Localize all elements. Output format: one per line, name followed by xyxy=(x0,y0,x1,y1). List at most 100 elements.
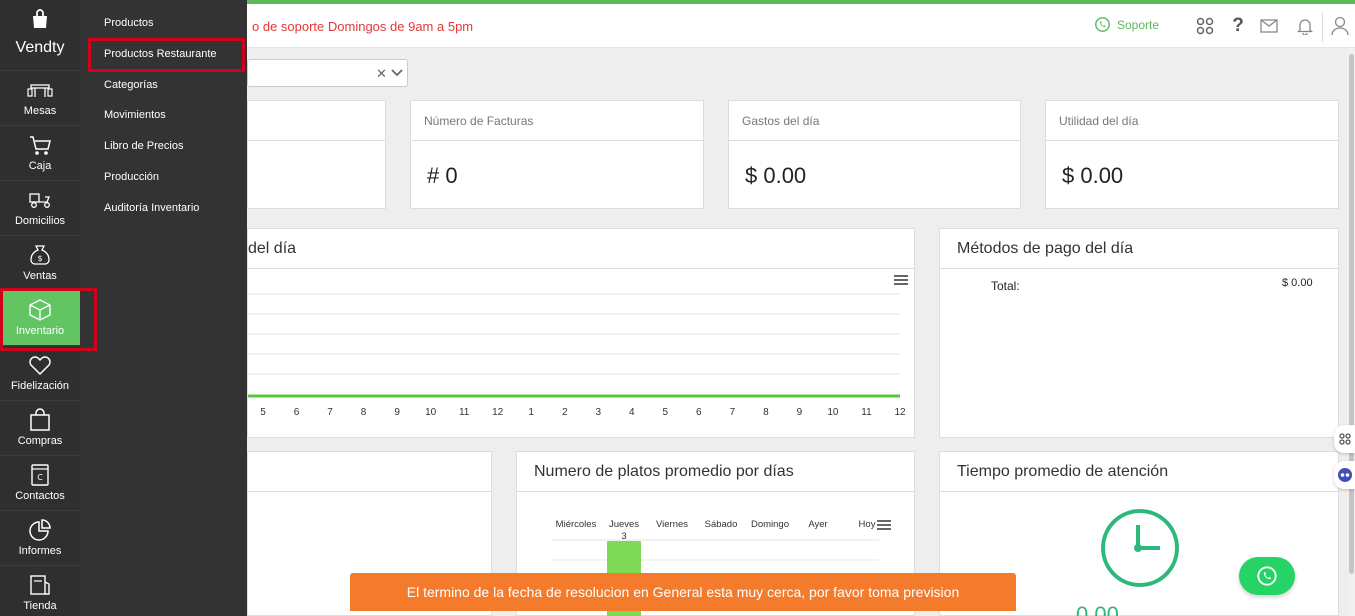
x-tick-label: 8 xyxy=(763,407,769,418)
shopping-bag-icon xyxy=(30,408,50,431)
product-select[interactable]: ✕ xyxy=(247,59,408,87)
stat-value: $ 0.00 xyxy=(1062,163,1124,188)
cart-icon xyxy=(30,136,51,155)
x-tick-label: 8 xyxy=(361,407,367,418)
sidebar-item-ventas[interactable]: $ Ventas xyxy=(0,235,80,290)
x-tick-label: 1 xyxy=(528,407,534,418)
x-tick-label: 7 xyxy=(327,407,333,418)
whatsapp-icon xyxy=(1257,566,1277,586)
apps-widget[interactable] xyxy=(1334,425,1355,453)
svg-text:C: C xyxy=(37,473,43,482)
x-tick-label: 5 xyxy=(663,407,669,418)
category-label: Domingo xyxy=(751,519,789,530)
sidebar-item-informes[interactable]: Informes xyxy=(0,510,80,565)
sidebar-item-label: Fidelización xyxy=(10,380,70,392)
bell-icon[interactable] xyxy=(1295,16,1315,36)
x-tick-label: 11 xyxy=(861,407,872,418)
category-label: Viernes xyxy=(656,519,688,530)
dishes-chart-title: Numero de platos promedio por días xyxy=(517,452,914,492)
clock-icon xyxy=(1101,509,1179,587)
category-label: Ayer xyxy=(808,519,827,530)
x-tick-label: 3 xyxy=(595,407,601,418)
category-label: Miércoles xyxy=(556,519,597,530)
submenu-item-movimientos[interactable]: Movimientos xyxy=(104,109,166,121)
sidebar-item-label: Caja xyxy=(28,160,52,172)
contacts-icon: C xyxy=(31,464,49,486)
help-icon[interactable]: ? xyxy=(1228,15,1248,36)
sales-chart-title: del día xyxy=(248,229,914,269)
topbar-divider xyxy=(1322,12,1323,42)
data-label: 3 xyxy=(621,531,626,542)
resolution-warning-toast[interactable]: El termino de la fecha de resolucion en … xyxy=(350,573,1016,611)
payment-total-label: Total: xyxy=(991,279,1020,293)
sidebar-item-label: Ventas xyxy=(23,270,57,282)
sidebar-item-domicilios[interactable]: Domicilios xyxy=(0,180,80,235)
assistant-bot-icon xyxy=(1337,468,1352,482)
user-icon[interactable] xyxy=(1330,16,1350,36)
sidebar-item-compras[interactable]: Compras xyxy=(0,400,80,455)
heart-icon xyxy=(29,356,51,376)
payment-total-value: $ 0.00 xyxy=(1282,277,1313,289)
apps-grid-icon[interactable] xyxy=(1195,16,1215,36)
vendty-logo[interactable]: Vendty xyxy=(0,8,80,68)
pie-chart-icon xyxy=(29,519,51,541)
whatsapp-icon xyxy=(1095,17,1110,32)
x-tick-label: 9 xyxy=(394,407,400,418)
highlight-productos-restaurante xyxy=(88,38,245,72)
submenu-item-productos[interactable]: Productos xyxy=(104,17,154,29)
chevron-down-icon[interactable] xyxy=(391,67,403,79)
stat-value: # 0 xyxy=(427,163,458,188)
highlight-inventario xyxy=(0,288,97,351)
stat-card-expenses: Gastos del día $ 0.00 xyxy=(728,100,1021,209)
stat-title: Número de Facturas xyxy=(411,101,703,141)
x-tick-label: 2 xyxy=(562,407,568,418)
sidebar-item-label: Contactos xyxy=(15,490,65,502)
support-link[interactable]: Soporte xyxy=(1094,16,1159,33)
support-hours-message: o de soporte Domingos de 9am a 5pm xyxy=(252,19,474,34)
attention-time-title: Tiempo promedio de atención xyxy=(940,452,1338,492)
sidebar-item-caja[interactable]: Caja xyxy=(0,125,80,180)
category-label: Jueves xyxy=(609,519,639,530)
submenu-item-categorias[interactable]: Categorías xyxy=(104,79,158,91)
sidebar-item-fidelizacion[interactable]: Fidelización xyxy=(0,345,80,400)
x-tick-label: 4 xyxy=(629,407,635,418)
sales-line-chart: 5 6 7 8 9 10 11 12 1 2 3 4 5 6 7 8 9 10 11 12 xyxy=(248,293,906,418)
clear-icon[interactable]: ✕ xyxy=(376,66,387,82)
stat-title: Utilidad del día xyxy=(1046,101,1338,141)
money-bag-icon: $ xyxy=(30,245,50,265)
sidebar-item-label: Mesas xyxy=(23,105,57,117)
sidebar-item-contactos[interactable]: C Contactos xyxy=(0,455,80,510)
x-tick-label: 12 xyxy=(492,407,504,418)
sidebar-item-tienda[interactable]: Tienda xyxy=(0,565,80,616)
payment-methods-title: Métodos de pago del día xyxy=(940,229,1338,269)
apps-grid-icon xyxy=(1338,433,1351,445)
whatsapp-button[interactable] xyxy=(1239,557,1295,595)
x-tick-label: 11 xyxy=(459,407,470,418)
payment-methods-card: Métodos de pago del día Total: $ 0.00 xyxy=(939,228,1339,438)
mail-icon[interactable] xyxy=(1259,16,1279,36)
stat-title: Gastos del día xyxy=(729,101,1020,141)
submenu-item-produccion[interactable]: Producción xyxy=(104,171,159,183)
store-icon xyxy=(30,575,50,595)
category-label: Sábado xyxy=(705,519,738,530)
sidebar-item-label: Tienda xyxy=(23,600,57,612)
tables-icon xyxy=(27,84,53,97)
assistant-widget[interactable] xyxy=(1334,461,1355,489)
stat-value: $ 0.00 xyxy=(745,163,807,188)
sidebar-item-label: Domicilios xyxy=(14,215,66,227)
delivery-icon xyxy=(29,193,50,208)
x-tick-label: 10 xyxy=(827,407,839,418)
x-tick-label: 10 xyxy=(425,407,437,418)
category-label: Hoy xyxy=(859,519,876,530)
submenu-item-libro-precios[interactable]: Libro de Precios xyxy=(104,140,184,152)
stat-card-invoices: Número de Facturas # 0 xyxy=(410,100,704,209)
submenu-item-auditoria[interactable]: Auditoría Inventario xyxy=(104,202,199,214)
scrollbar-thumb[interactable] xyxy=(1349,54,1354,574)
x-tick-label: 12 xyxy=(894,407,906,418)
x-tick-label: 7 xyxy=(730,407,736,418)
sidebar-item-label: Informes xyxy=(18,545,62,557)
sidebar-item-mesas[interactable]: Mesas xyxy=(0,70,80,125)
x-tick-label: 5 xyxy=(260,407,266,418)
x-tick-label: 9 xyxy=(797,407,803,418)
sales-chart-card: del día 5 6 7 8 9 10 11 12 1 2 3 4 5 6 7 8 9 10 11 12 xyxy=(247,228,915,438)
